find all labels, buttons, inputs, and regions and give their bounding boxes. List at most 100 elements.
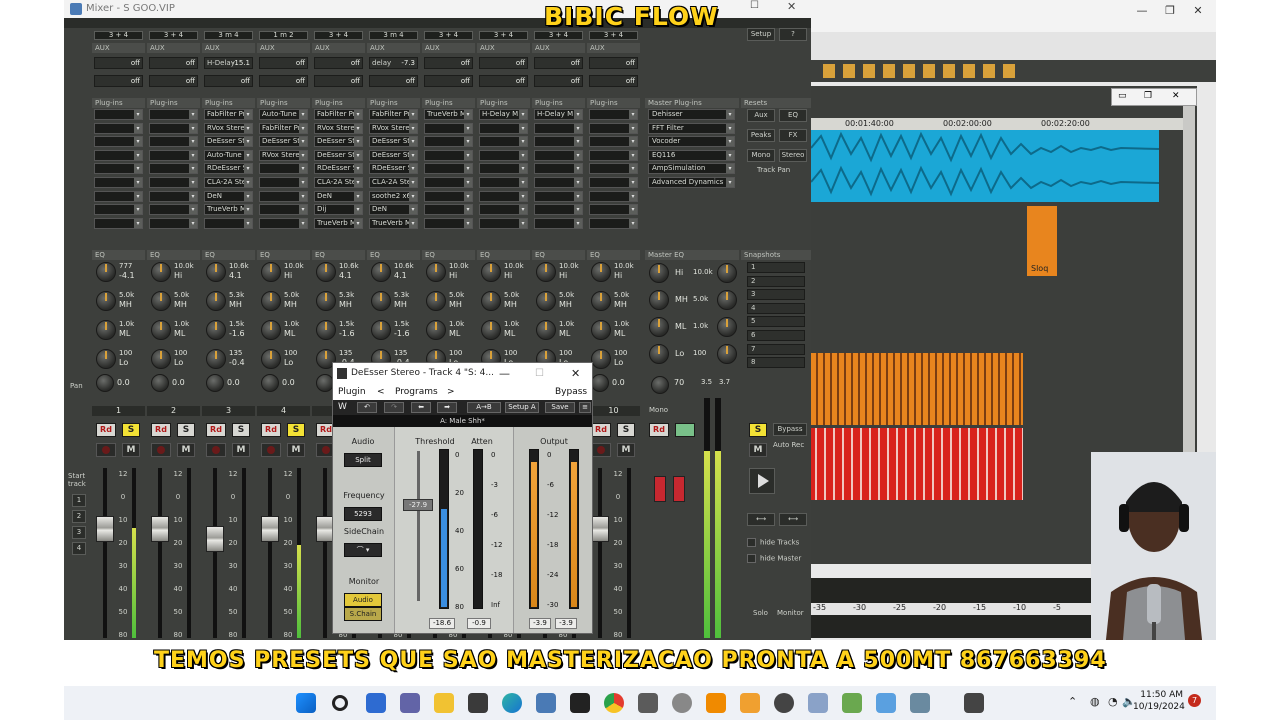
dropdown-arrow-icon[interactable]: ▾ — [299, 218, 307, 228]
record-arm-button[interactable] — [591, 443, 611, 457]
split-button[interactable]: Split — [344, 453, 382, 467]
dropdown-arrow-icon[interactable]: ▾ — [354, 150, 362, 160]
dropdown-arrow-icon[interactable]: ▾ — [299, 110, 307, 119]
dropdown-arrow-icon[interactable]: ▾ — [354, 123, 362, 133]
mute-button[interactable]: M — [177, 443, 195, 457]
dropdown-arrow-icon[interactable]: ▾ — [726, 123, 734, 133]
plugin-slot[interactable]: H-Delay M ▾ — [534, 109, 583, 120]
dropdown-arrow-icon[interactable]: ▾ — [409, 164, 417, 174]
solo-button[interactable]: S — [177, 423, 195, 437]
eq-knob[interactable] — [591, 320, 611, 340]
reset-aux-button[interactable]: Aux — [747, 109, 775, 122]
input-output-button[interactable]: 1 m 2 — [259, 31, 308, 40]
dropdown-arrow-icon[interactable]: ▾ — [354, 178, 362, 187]
maximize-icon[interactable]: ❐ — [1155, 2, 1185, 20]
menu-button[interactable]: ≡ — [579, 402, 591, 413]
de-close-icon[interactable]: ✕ — [571, 363, 580, 384]
volume-fader[interactable] — [151, 516, 169, 542]
menu-next-arrow[interactable]: > — [447, 384, 455, 400]
dropdown-arrow-icon[interactable]: ▾ — [519, 218, 527, 228]
dropdown-arrow-icon[interactable]: ▾ — [629, 191, 637, 201]
dropdown-arrow-icon[interactable]: ▾ — [464, 150, 472, 160]
plugin-slot[interactable]: ▾ — [424, 190, 473, 202]
minimize-icon[interactable]: — — [1127, 2, 1157, 20]
plugin-slot[interactable]: ▾ — [534, 122, 583, 134]
input-output-button[interactable]: 3 + 4 — [589, 31, 638, 40]
aux-send[interactable]: delay -7.3 — [369, 57, 418, 69]
dropdown-arrow-icon[interactable]: ▾ — [464, 164, 472, 174]
sidechain-select[interactable]: ⌒ ▾ — [344, 543, 382, 557]
aux-send[interactable]: off — [479, 75, 528, 87]
plugin-slot[interactable]: ▾ — [259, 217, 308, 229]
plugin-slot[interactable]: Auto-Tune ▾ — [204, 149, 253, 161]
input-output-button[interactable]: 3 + 4 — [479, 31, 528, 40]
eq-knob[interactable] — [591, 291, 611, 311]
plugin-slot[interactable]: ▾ — [479, 149, 528, 161]
snapshot-slot[interactable]: 5 — [747, 316, 805, 328]
plugin-slot[interactable]: Dij ▾ — [314, 204, 363, 216]
threshold-slider-track[interactable] — [417, 451, 420, 601]
plugin-slot[interactable]: ▾ — [149, 190, 198, 202]
plugin-slot[interactable]: RDeEsser S ▾ — [369, 163, 418, 175]
aux-send[interactable]: off — [534, 57, 583, 69]
dropdown-arrow-icon[interactable]: ▾ — [134, 205, 142, 215]
dropdown-arrow-icon[interactable]: ▾ — [629, 164, 637, 174]
dropdown-arrow-icon[interactable]: ▾ — [574, 178, 582, 187]
start-track-button[interactable]: 2 — [72, 510, 86, 523]
dropdown-arrow-icon[interactable]: ▾ — [409, 205, 417, 215]
plugin-slot[interactable]: CLA-2A Ste ▾ — [204, 177, 253, 188]
eq-knob[interactable] — [481, 262, 501, 282]
master-fader-right[interactable] — [673, 476, 685, 502]
dropdown-arrow-icon[interactable]: ▾ — [354, 205, 362, 215]
link-button-b[interactable]: ⟷ — [779, 513, 807, 526]
dropdown-arrow-icon[interactable]: ▾ — [409, 218, 417, 228]
mono-button[interactable]: Mono — [649, 406, 668, 414]
tray-chevron-icon[interactable]: ⌃ — [1068, 695, 1077, 708]
eq-knob[interactable] — [316, 291, 336, 311]
plugin-slot[interactable]: DeN ▾ — [314, 190, 363, 202]
dropdown-arrow-icon[interactable]: ▾ — [464, 191, 472, 201]
plugin-slot[interactable]: DeEsser St ▾ — [369, 149, 418, 161]
dropdown-arrow-icon[interactable]: ▾ — [299, 123, 307, 133]
dropdown-arrow-icon[interactable]: ▾ — [464, 218, 472, 228]
plugin-slot[interactable]: DeEsser St ▾ — [204, 136, 253, 148]
ab-compare-button[interactable]: A→B — [467, 402, 501, 413]
master-eq-gain-knob[interactable] — [717, 317, 737, 337]
dropdown-arrow-icon[interactable]: ▾ — [409, 178, 417, 187]
aux-send[interactable]: off — [149, 75, 198, 87]
search-icon[interactable] — [332, 695, 348, 711]
dropdown-arrow-icon[interactable]: ▾ — [574, 164, 582, 174]
read-automation-button[interactable]: Rd — [96, 423, 116, 437]
app-icon-15[interactable] — [842, 693, 862, 713]
dropdown-arrow-icon[interactable]: ▾ — [574, 137, 582, 147]
aux-send[interactable]: off — [589, 57, 638, 69]
eq-knob[interactable] — [481, 291, 501, 311]
app-icon-10[interactable] — [672, 693, 692, 713]
dropdown-arrow-icon[interactable]: ▾ — [464, 110, 472, 119]
de-minimize-icon[interactable]: — — [499, 363, 510, 384]
dropdown-arrow-icon[interactable]: ▾ — [726, 150, 734, 160]
plugin-slot[interactable]: ▾ — [94, 163, 143, 175]
plugin-slot[interactable]: FabFilter Pr ▾ — [369, 109, 418, 120]
fl-studio-icon[interactable] — [740, 693, 760, 713]
play-button[interactable] — [749, 468, 775, 494]
plugin-slot[interactable]: soothe2 x6 ▾ — [369, 190, 418, 202]
record-arm-button[interactable] — [96, 443, 116, 457]
master-mute-button[interactable]: M — [749, 443, 767, 457]
plugin-slot[interactable]: ▾ — [94, 217, 143, 229]
dropdown-arrow-icon[interactable]: ▾ — [574, 110, 582, 119]
master-eq-knob[interactable] — [649, 344, 669, 364]
plugin-slot[interactable]: ▾ — [149, 122, 198, 134]
dropdown-arrow-icon[interactable]: ▾ — [519, 150, 527, 160]
plugin-slot[interactable]: ▾ — [479, 122, 528, 134]
plugin-slot[interactable]: ▾ — [534, 217, 583, 229]
plugin-slot[interactable]: ▾ — [589, 190, 638, 202]
plugin-slot[interactable]: RVox Stere ▾ — [204, 122, 253, 134]
mixer-close-icon[interactable]: ✕ — [787, 0, 803, 14]
eq-knob[interactable] — [96, 291, 116, 311]
input-output-button[interactable]: 3 + 4 — [534, 31, 583, 40]
reset-peaks-button[interactable]: Peaks — [747, 129, 775, 142]
dropdown-arrow-icon[interactable]: ▾ — [244, 110, 252, 119]
eq-knob[interactable] — [151, 262, 171, 282]
dropdown-arrow-icon[interactable]: ▾ — [726, 178, 734, 187]
